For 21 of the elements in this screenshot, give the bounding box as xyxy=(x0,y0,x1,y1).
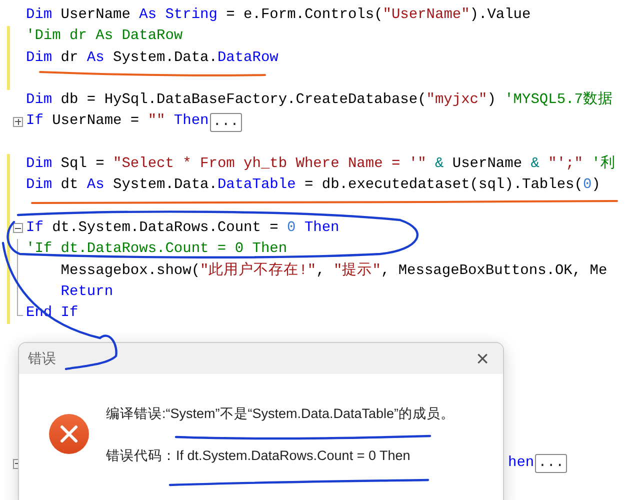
close-button[interactable]: × xyxy=(472,348,493,370)
code-line: Dim db = HySql.DataBaseFactory.CreateDatabase("myjxc") 'MYSQL5.7数据 xyxy=(26,90,613,110)
error-icon xyxy=(48,413,90,455)
code-line: hen xyxy=(508,454,534,473)
expand-icon[interactable] xyxy=(13,116,23,127)
code-line: 'If dt.DataRows.Count = 0 Then xyxy=(26,240,288,260)
code-line: Messagebox.show("此用户不存在!", "提示", MessageBoxButtons.OK, Me xyxy=(60,261,608,281)
error-code-text: 错误代码：If dt.System.DataRows.Count = 0 Then xyxy=(106,447,412,466)
code-line: Dim dt As System.Data.DataTable = db.executedataset(sql).Tables(0) xyxy=(26,176,600,196)
code-line: Dim dr As System.Data.DataRow xyxy=(26,48,278,68)
code-line: If dt.System.DataRows.Count = 0 Then xyxy=(26,218,340,238)
code-line: Dim UserName As String = e.Form.Controls("UserName").Value xyxy=(26,6,531,25)
code-line: Dim Sql = "Select * From yh_tb Where Name = '" & UserName & "';" '利 xyxy=(26,154,616,174)
collapsed-block-button[interactable]: ... xyxy=(535,454,568,474)
code-line: 'Dim dr As DataRow xyxy=(26,27,183,46)
code-line: Return xyxy=(60,282,114,302)
error-message: 编译错误:“System”不是“System.Data.DataTable”的成员。 xyxy=(106,405,455,423)
collapse-icon[interactable] xyxy=(13,223,23,234)
collapsed-block-button[interactable]: ... xyxy=(210,112,242,132)
code-line: If UserName = "" Then xyxy=(26,112,209,132)
dialog-title: 错误 xyxy=(28,349,56,368)
